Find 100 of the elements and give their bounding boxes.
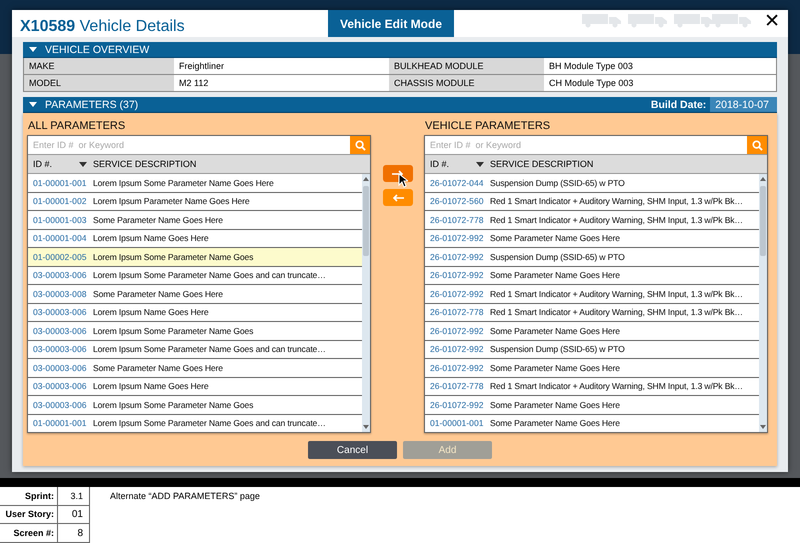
column-header[interactable]: ID #.	[430, 159, 450, 169]
service-description: Lorem Ipsum Name Goes Here	[93, 381, 209, 392]
service-description: Red 1 Smart Indicator + Auditory Warning, SHM Input, 1.3 w/Pk Bk…	[490, 381, 743, 392]
table-row[interactable]: 26-01072-778 Red 1 Smart Indicator + Auditory Warning, SHM Input, 1.3 w/Pk Bk…	[425, 378, 759, 396]
parameter-id-link[interactable]: 03-00003-008	[28, 288, 93, 299]
parameter-id-link[interactable]: 01-00001-001	[425, 418, 490, 428]
parameter-id-link[interactable]: 26-01072-778	[425, 381, 490, 392]
scroll-down-icon[interactable]	[363, 425, 369, 429]
parameter-id-link[interactable]: 01-00001-001	[28, 178, 93, 188]
field-value: CH Module Type 003	[548, 77, 634, 90]
table-row[interactable]: 03-00003-006 Lorem Ipsum Some Parameter Name Goes	[28, 396, 362, 414]
parameter-id-link[interactable]: 26-01072-992	[425, 344, 490, 354]
parameter-id-link[interactable]: 03-00003-006	[28, 307, 93, 318]
table-row[interactable]: 01-00001-001 Some Parameter Name Goes Here	[425, 414, 759, 432]
list-title: ALL PARAMETERS	[27, 119, 126, 134]
table-row[interactable]: 03-00003-008 Some Parameter Name Goes Here	[28, 285, 362, 304]
search-button[interactable]	[747, 136, 767, 154]
parameter-id-link[interactable]: 26-01072-992	[425, 252, 490, 262]
table-row[interactable]: 01-00001-002 Lorem Ipsum Parameter Name Goes Here	[28, 192, 362, 211]
parameter-id-link[interactable]: 26-01072-992	[425, 400, 490, 410]
scroll-down-icon[interactable]	[760, 425, 766, 429]
service-description: Lorem Ipsum Some Parameter Name Goes Here	[93, 178, 274, 188]
parameter-id-link[interactable]: 03-00003-006	[28, 381, 93, 392]
table-row[interactable]: 03-00003-006 Lorem Ipsum Some Parameter Name Goes and can truncate…	[28, 340, 362, 359]
parameter-id-link[interactable]: 26-01072-992	[425, 362, 490, 373]
table-row[interactable]: 26-01072-992 Some Parameter Name Goes Here	[425, 359, 759, 378]
section-header[interactable]: PARAMETERS (37) Build Date: 2018-10-07	[23, 97, 777, 113]
move-right-button[interactable]	[382, 165, 412, 182]
footer-value: 8	[58, 524, 90, 543]
search-field[interactable]: Enter ID # or Keyword	[28, 136, 350, 154]
service-description: Suspension Dump (SSID-65) w PTO	[490, 252, 625, 262]
service-description: Lorem Ipsum Some Parameter Name Goes and can truncate…	[93, 344, 326, 354]
service-description: Some Parameter Name Goes Here	[490, 326, 620, 336]
table-row[interactable]: 26-01072-992 Red 1 Smart Indicator + Auditory Warning, SHM Input, 1.3 w/Pk Bk…	[425, 285, 759, 304]
table-row[interactable]: 01-00001-001 Lorem Ipsum Some Parameter Name Goes and can truncate…	[28, 414, 362, 432]
scrollbar[interactable]	[362, 174, 370, 432]
collapse-caret-icon	[29, 102, 37, 107]
parameter-id-link[interactable]: 26-01072-992	[425, 270, 490, 280]
table-row[interactable]: 26-01072-992 Suspension Dump (SSID-65) w PTO	[425, 340, 759, 359]
table-row[interactable]: 26-01072-778 Red 1 Smart Indicator + Auditory Warning, SHM Input, 1.3 w/Pk Bk…	[425, 211, 759, 230]
left-arrow-icon	[392, 194, 404, 202]
column-header[interactable]: ID #.	[33, 159, 52, 169]
parameter-id-link[interactable]: 01-00001-003	[28, 214, 93, 225]
field-label: MODEL	[24, 75, 174, 91]
parameter-id-link[interactable]: 01-00001-001	[28, 418, 93, 428]
table-row[interactable]: 26-01072-560 Red 1 Smart Indicator + Auditory Warning, SHM Input, 1.3 w/Pk Bk…	[425, 192, 759, 211]
field-value: Freightliner	[174, 58, 389, 75]
service-description: Some Parameter Name Goes Here	[490, 418, 620, 428]
search-button[interactable]	[350, 136, 370, 154]
parameter-id-link[interactable]: 26-01072-992	[425, 233, 490, 244]
service-description: Red 1 Smart Indicator + Auditory Warning, SHM Input, 1.3 w/Pk Bk…	[490, 288, 743, 299]
search-field[interactable]: Enter ID # or Keyword	[425, 136, 747, 154]
parameter-id-link[interactable]: 03-00003-006	[28, 400, 93, 410]
table-row[interactable]: 26-01072-992 Some Parameter Name Goes Here	[425, 266, 759, 285]
table-row[interactable]: 03-00003-006 Lorem Ipsum Name Goes Here	[28, 378, 362, 396]
table-row[interactable]: 26-01072-992 Suspension Dump (SSID-65) w PTO	[425, 248, 759, 266]
parameter-id-link[interactable]: 26-01072-044	[425, 178, 490, 188]
service-description: Some Parameter Name Goes Here	[93, 288, 223, 299]
table-row[interactable]: 03-00003-006 Lorem Ipsum Some Parameter Name Goes and can truncate…	[28, 266, 362, 285]
column-header[interactable]: SERVICE DESCRIPTION	[490, 159, 594, 169]
cancel-button[interactable]: Cancel	[308, 441, 397, 459]
column-header[interactable]: SERVICE DESCRIPTION	[93, 159, 196, 169]
table-row[interactable]: 01-00002-005 Lorem Ipsum Some Parameter Name Goes	[28, 248, 362, 266]
parameter-id-link[interactable]: 01-00001-002	[28, 196, 93, 206]
table-row[interactable]: 01-00001-001 Lorem Ipsum Some Parameter Name Goes Here	[28, 174, 362, 192]
table-row[interactable]: 26-01072-044 Suspension Dump (SSID-65) w PTO	[425, 174, 759, 192]
table-row[interactable]: 01-00001-004 Lorem Ipsum Name Goes Here	[28, 230, 362, 248]
scroll-up-icon[interactable]	[760, 177, 766, 181]
parameter-id-link[interactable]: 03-00003-006	[28, 362, 93, 373]
mode-tab[interactable]: Vehicle Edit Mode	[328, 10, 454, 37]
parameter-id-link[interactable]: 03-00003-006	[28, 326, 93, 336]
parameter-id-link[interactable]: 03-00003-006	[28, 270, 93, 280]
parameter-id-link[interactable]: 03-00003-006	[28, 344, 93, 354]
move-left-button[interactable]	[382, 189, 412, 206]
table-row[interactable]: 03-00003-006 Lorem Ipsum Some Parameter Name Goes	[28, 322, 362, 340]
section-header[interactable]: VEHICLE OVERVIEW	[23, 42, 777, 58]
scroll-up-icon[interactable]	[363, 177, 369, 181]
sort-caret-icon	[79, 162, 87, 166]
service-description: Lorem Ipsum Some Parameter Name Goes	[93, 252, 254, 262]
mouse-cursor-icon	[398, 173, 408, 188]
table-row[interactable]: 26-01072-778 Red 1 Smart Indicator + Auditory Warning, SHM Input, 1.3 w/Pk Bk…	[425, 304, 759, 322]
field-label: BULKHEAD MODULE	[389, 58, 544, 75]
parameter-id-link[interactable]: 01-00002-005	[28, 252, 93, 262]
field-value: BH Module Type 003	[544, 58, 776, 75]
table-row[interactable]: 26-01072-992 Some Parameter Name Goes Here	[425, 230, 759, 248]
parameter-id-link[interactable]: 26-01072-992	[425, 288, 490, 299]
close-button[interactable]: ✕	[762, 10, 782, 32]
table-row[interactable]: 03-00003-006 Lorem Ipsum Name Goes Here	[28, 304, 362, 322]
footer-label: Sprint:	[0, 487, 58, 506]
table-row[interactable]: 01-00001-003 Some Parameter Name Goes Here	[28, 211, 362, 230]
table-row[interactable]: 03-00003-006 Some Parameter Name Goes Here	[28, 359, 362, 378]
parameter-id-link[interactable]: 26-01072-778	[425, 307, 490, 318]
scrollbar[interactable]	[759, 174, 767, 432]
parameter-id-link[interactable]: 01-00001-004	[28, 233, 93, 244]
parameter-id-link[interactable]: 26-01072-560	[425, 196, 490, 206]
parameter-id-link[interactable]: 26-01072-778	[425, 214, 490, 225]
parameter-id-link[interactable]: 26-01072-992	[425, 326, 490, 336]
field-label: CHASSIS MODULE	[389, 75, 544, 91]
table-row[interactable]: 26-01072-992 Some Parameter Name Goes Here	[425, 322, 759, 340]
table-row[interactable]: 26-01072-992 Some Parameter Name Goes Here	[425, 396, 759, 414]
